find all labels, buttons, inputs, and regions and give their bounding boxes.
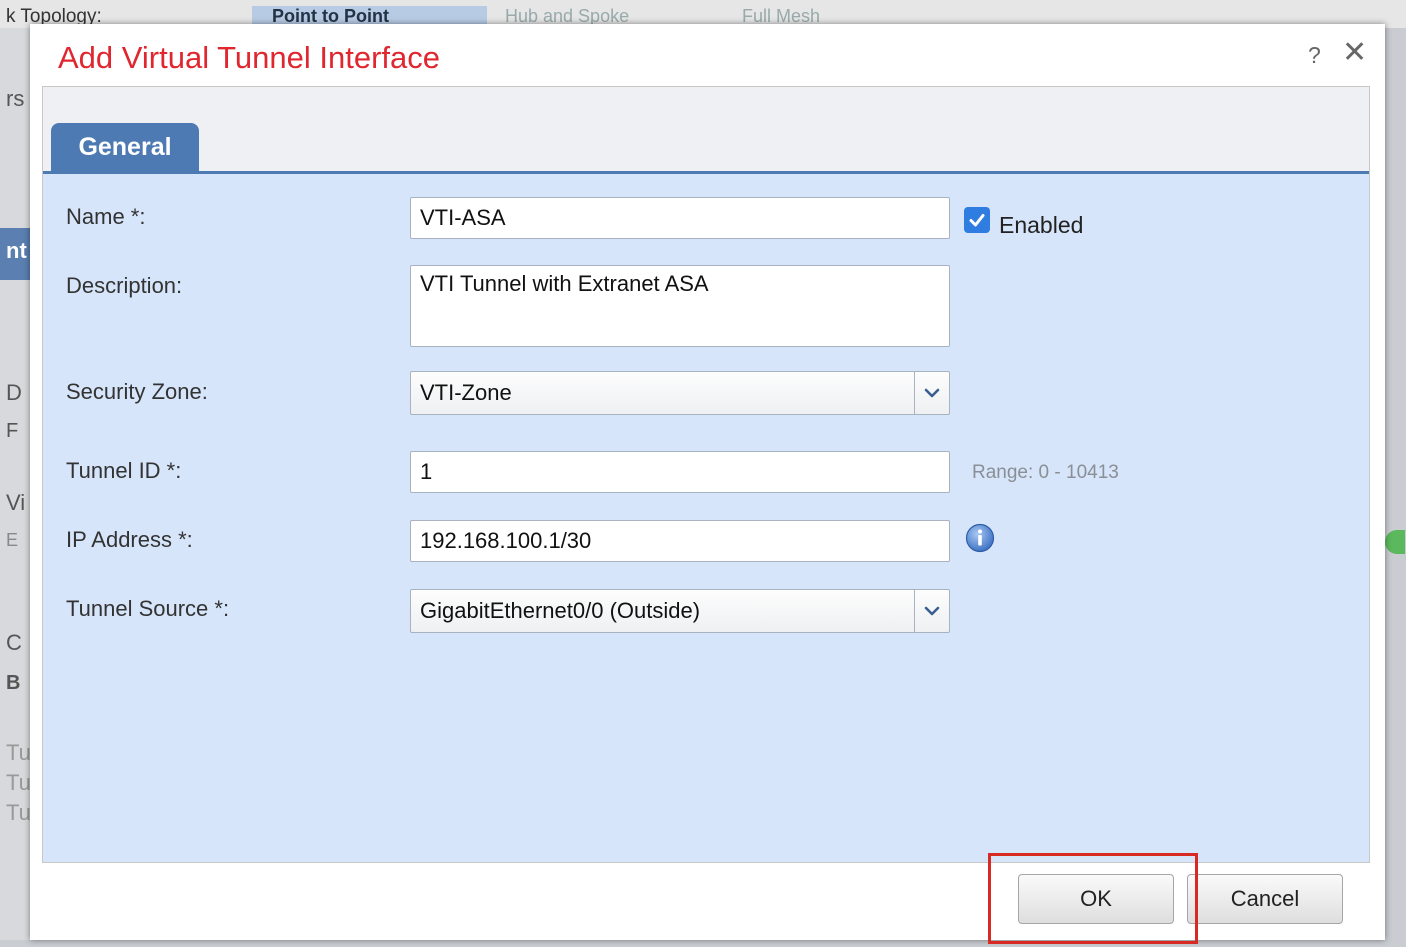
background-fragment: E bbox=[6, 530, 19, 550]
background-fragment: nt bbox=[6, 238, 27, 263]
tab-general[interactable]: General bbox=[51, 123, 199, 171]
description-field[interactable]: VTI Tunnel with Extranet ASA bbox=[410, 265, 950, 347]
tunnel-source-select[interactable]: GigabitEthernet0/0 (Outside) bbox=[410, 589, 950, 633]
topology-full-mesh[interactable]: Full Mesh bbox=[742, 6, 820, 26]
tunnel-id-label: Tunnel ID *: bbox=[66, 458, 182, 483]
background-fragment: Tu bbox=[6, 740, 30, 765]
background-fragment: C bbox=[6, 630, 22, 655]
tunnel-id-field[interactable] bbox=[410, 451, 950, 493]
ip-address-label: IP Address *: bbox=[66, 527, 193, 552]
background-fragment: Tu bbox=[6, 800, 30, 825]
topology-hub-and-spoke[interactable]: Hub and Spoke bbox=[505, 6, 629, 26]
background-fragment: Vi bbox=[6, 490, 26, 515]
cancel-button[interactable]: Cancel bbox=[1187, 874, 1343, 924]
add-vti-dialog: Add Virtual Tunnel Interface ? ✕ General… bbox=[30, 24, 1385, 944]
security-zone-select[interactable]: VTI-Zone bbox=[410, 371, 950, 415]
tunnel-source-value: GigabitEthernet0/0 (Outside) bbox=[420, 598, 701, 623]
background-fragment: F bbox=[6, 420, 19, 442]
background-fragment: Tu bbox=[6, 770, 30, 795]
chevron-down-icon[interactable] bbox=[914, 372, 949, 414]
dialog-panel: General Name *: Enabled Description: VTI… bbox=[42, 86, 1370, 863]
background-fragment: B bbox=[6, 672, 21, 694]
dialog-title: Add Virtual Tunnel Interface bbox=[58, 40, 441, 75]
help-icon[interactable]: ? bbox=[1308, 42, 1321, 69]
ip-address-field[interactable] bbox=[410, 520, 950, 562]
add-icon[interactable] bbox=[1385, 530, 1405, 554]
tunnel-id-range-hint: Range: 0 - 10413 bbox=[972, 462, 1119, 483]
security-zone-value: VTI-Zone bbox=[420, 380, 512, 405]
general-form: Name *: Enabled Description: VTI Tunnel … bbox=[43, 174, 1369, 862]
enabled-label: Enabled bbox=[999, 212, 1084, 238]
name-field[interactable] bbox=[410, 197, 950, 239]
close-icon[interactable]: ✕ bbox=[1342, 38, 1367, 68]
chevron-down-icon[interactable] bbox=[914, 590, 949, 632]
topology-point-to-point[interactable]: Point to Point bbox=[252, 6, 487, 26]
info-icon[interactable] bbox=[965, 523, 995, 553]
security-zone-label: Security Zone: bbox=[66, 379, 208, 404]
description-label: Description: bbox=[66, 273, 183, 298]
background-right-column bbox=[1385, 28, 1406, 947]
checkmark-icon bbox=[969, 214, 985, 227]
enabled-checkbox[interactable] bbox=[964, 207, 990, 233]
name-label: Name *: bbox=[66, 204, 146, 229]
background-fragment: rs bbox=[6, 86, 25, 111]
ok-highlight-box bbox=[988, 853, 1198, 944]
tunnel-source-label: Tunnel Source *: bbox=[66, 596, 230, 621]
background-fragment: D bbox=[6, 380, 22, 405]
